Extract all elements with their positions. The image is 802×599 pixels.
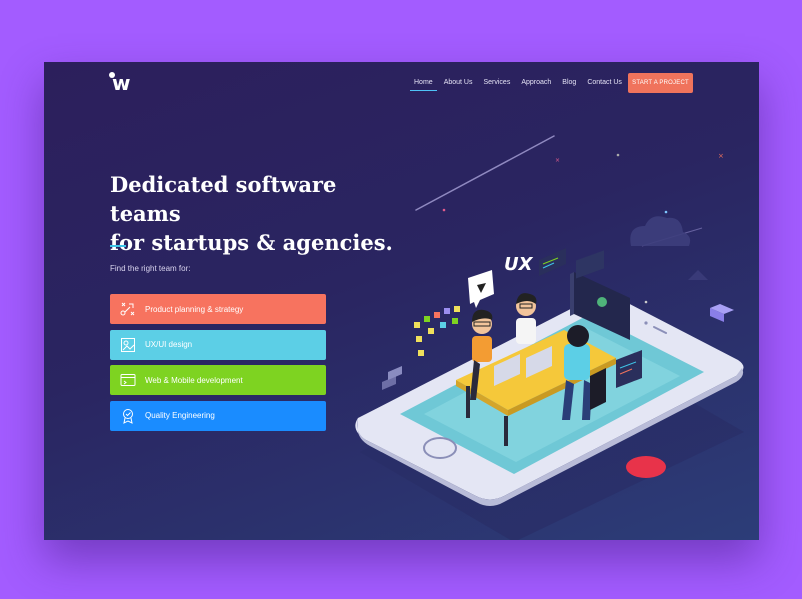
start-project-button[interactable]: START A PROJECT [628,73,693,93]
nav-contact-us[interactable]: Contact Us [582,77,627,88]
service-product-planning-button[interactable]: Product planning & strategy [110,294,326,324]
design-icon [120,337,136,353]
ux-label: UX [504,254,534,275]
service-ux-ui-design-button[interactable]: UX/UI design [110,329,326,360]
landing-page-frame: w Home About Us Services Approach Blog C… [44,62,759,540]
nav-services[interactable]: Services [478,77,515,88]
nav-blog[interactable]: Blog [557,77,581,88]
logo[interactable]: w [109,71,136,95]
main-nav: Home About Us Services Approach Blog Con… [409,77,628,91]
services-list: Product planning & strategy UX/UI design… [110,294,326,436]
nav-home[interactable]: Home [409,77,438,91]
svg-text:×: × [718,152,724,160]
svg-text:×: × [555,157,560,164]
service-quality-engineering-button[interactable]: Quality Engineering [110,400,326,431]
browser-icon [120,372,136,388]
team-illustration: × × UX [355,135,744,540]
headline-line-1: Dedicated software teams [110,172,337,226]
logo-text: w [112,71,131,95]
service-label: Quality Engineering [145,411,215,420]
hero-subtitle: Find the right team for: [110,264,191,273]
nav-about-us[interactable]: About Us [439,77,478,88]
badge-icon [120,408,136,424]
nav-approach[interactable]: Approach [516,77,556,88]
strategy-icon [120,301,136,317]
accent-divider [110,245,126,247]
service-label: Product planning & strategy [145,304,244,314]
service-web-mobile-development-button[interactable]: Web & Mobile development [110,365,326,395]
service-label: UX/UI design [145,340,193,349]
service-label: Web & Mobile development [145,375,243,385]
